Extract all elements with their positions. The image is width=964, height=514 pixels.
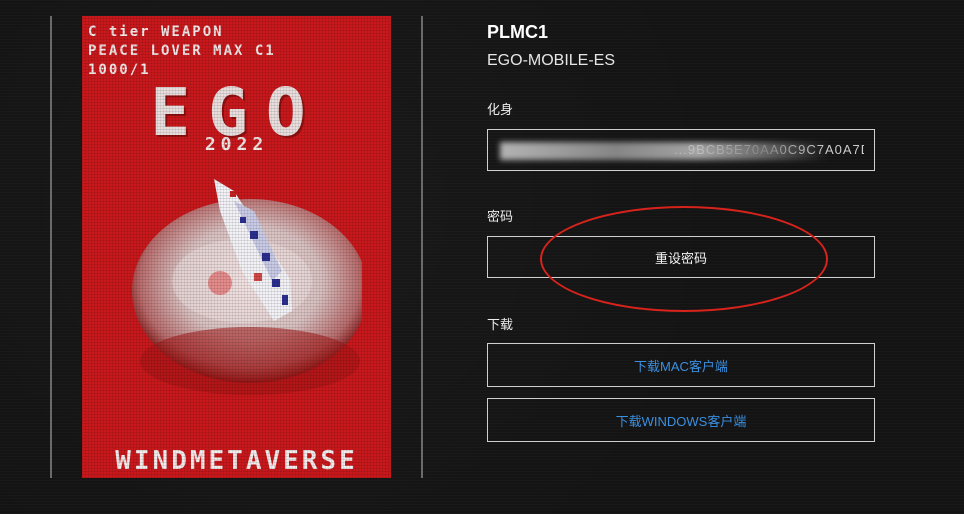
poster-brand-text: WINDMETAVERSE	[115, 446, 358, 476]
poster-tier-text: C tier WEAPON	[88, 24, 224, 40]
avatar-label: 化身	[487, 102, 514, 117]
reset-password-button[interactable]: 重设密码	[487, 236, 875, 278]
poster-name-text: PEACE LOVER MAX C1	[88, 43, 276, 59]
poster-year: 2022	[204, 134, 269, 155]
download-windows-button[interactable]: 下载WINDOWS客户端	[487, 398, 875, 442]
poster-frame: C tier WEAPON PEACE LOVER MAX C1 1000/1 …	[50, 16, 424, 478]
item-subtitle: EGO-MOBILE-ES	[487, 52, 616, 69]
download-mac-button[interactable]: 下载MAC客户端	[487, 343, 875, 387]
avatar-id-field[interactable]: ...9BCB5E70AA0C9C7A0A7D4	[487, 129, 875, 171]
pixel-ship-on-planet-icon	[132, 179, 362, 395]
divider-right	[421, 16, 423, 478]
avatar-id-blur-mask	[500, 142, 830, 160]
item-title: PLMC1	[487, 22, 549, 42]
divider-left	[50, 16, 52, 478]
nft-poster-image: C tier WEAPON PEACE LOVER MAX C1 1000/1 …	[82, 16, 391, 478]
password-label: 密码	[487, 209, 514, 224]
download-label: 下载	[487, 317, 514, 332]
page: C tier WEAPON PEACE LOVER MAX C1 1000/1 …	[0, 0, 964, 514]
